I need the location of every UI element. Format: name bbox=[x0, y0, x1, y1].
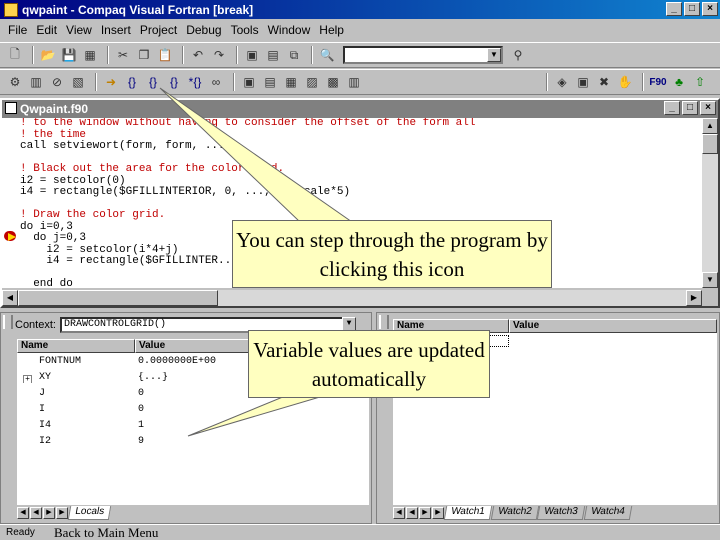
variables-callout: Variable values are updated automaticall… bbox=[248, 330, 490, 398]
step-callout-text: You can step through the program by clic… bbox=[236, 228, 548, 281]
variables-callout-tail bbox=[187, 393, 331, 437]
step-callout-tail bbox=[159, 87, 354, 223]
step-callout: You can step through the program by clic… bbox=[232, 220, 552, 288]
variables-callout-text: Variable values are updated automaticall… bbox=[253, 338, 485, 391]
